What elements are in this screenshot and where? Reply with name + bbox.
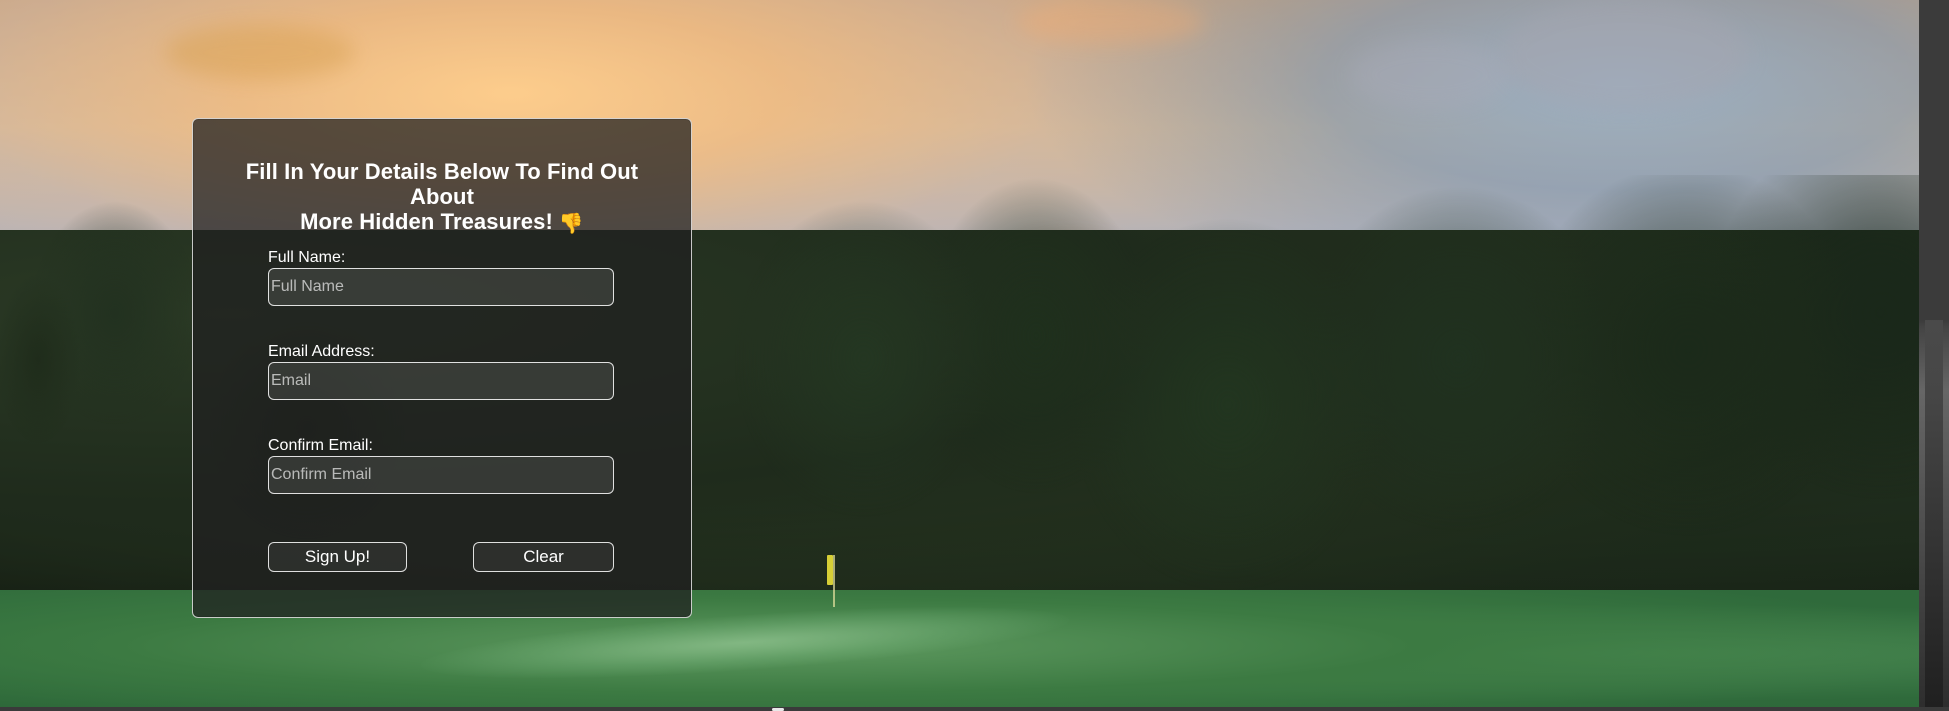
signup-form-panel: Fill In Your Details Below To Find Out A…: [192, 118, 692, 618]
confirm-email-input[interactable]: [268, 456, 614, 494]
full-name-label: Full Name:: [268, 249, 346, 266]
form-title-line-2: More Hidden Treasures! 👎: [215, 209, 669, 236]
cloud: [1350, 40, 1510, 110]
sign-up-button[interactable]: Sign Up!: [268, 542, 407, 572]
form-title: Fill In Your Details Below To Find Out A…: [215, 159, 669, 236]
bottom-edge: [0, 707, 1949, 711]
thumbs-down-icon: 👎: [558, 213, 584, 235]
full-name-input[interactable]: [268, 268, 614, 306]
confirm-email-label: Confirm Email:: [268, 437, 373, 454]
flag-pole: [833, 555, 835, 607]
form-title-line-1: Fill In Your Details Below To Find Out A…: [245, 159, 639, 209]
clear-button[interactable]: Clear: [473, 542, 614, 572]
cloud: [1500, 0, 1750, 110]
cloud: [165, 25, 355, 80]
email-input[interactable]: [268, 362, 614, 400]
cloud: [1015, 0, 1205, 45]
email-label: Email Address:: [268, 343, 375, 360]
scrollbar[interactable]: [1919, 0, 1949, 711]
form-title-line-2-text: More Hidden Treasures!: [300, 209, 553, 234]
golf-flag-icon: [827, 555, 833, 585]
